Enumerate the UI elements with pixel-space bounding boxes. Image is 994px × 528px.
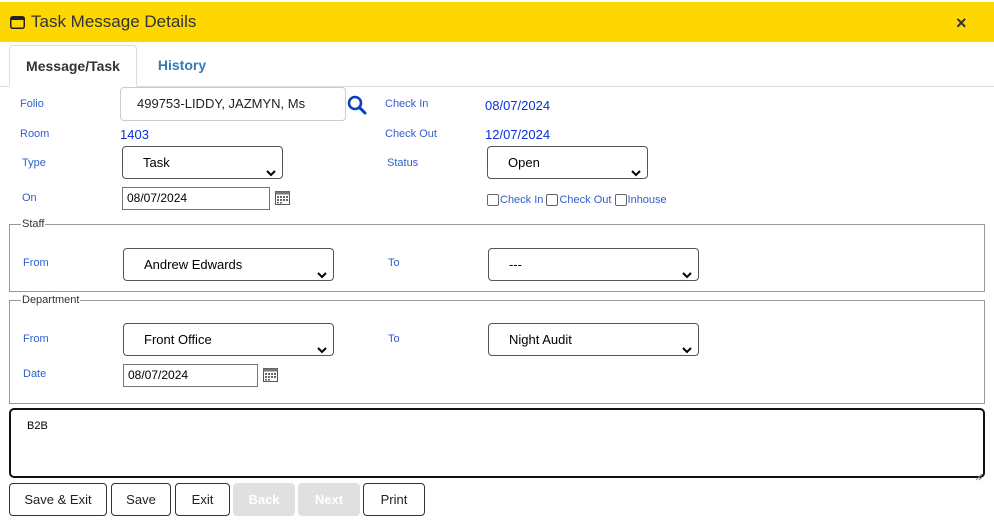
print-button[interactable]: Print — [363, 483, 425, 516]
chevron-down-icon — [317, 334, 327, 365]
search-icon[interactable] — [347, 95, 367, 120]
check-out-label: Check Out — [385, 128, 437, 140]
department-from-select[interactable]: Front Office — [123, 323, 334, 356]
status-select-value: Open — [508, 155, 540, 170]
chevron-down-icon — [631, 157, 641, 188]
folio-input[interactable]: 499753-LIDDY, JAZMYN, Ms — [120, 87, 346, 121]
check-in-label: Check In — [385, 98, 429, 110]
exit-button[interactable]: Exit — [175, 483, 230, 516]
next-button[interactable]: Next — [298, 483, 360, 516]
staff-legend: Staff — [21, 218, 46, 230]
checkbox-box[interactable] — [487, 194, 499, 206]
check-out-checkbox-label[interactable]: Check Out — [559, 194, 611, 206]
department-from-value: Front Office — [144, 332, 212, 347]
checkbox-box[interactable] — [546, 194, 559, 206]
window-icon — [10, 16, 25, 34]
calendar-icon[interactable] — [263, 368, 278, 387]
save-exit-button[interactable]: Save & Exit — [9, 483, 107, 516]
department-to-select[interactable]: Night Audit — [488, 323, 699, 356]
staff-from-label: From — [23, 257, 49, 269]
calendar-icon[interactable] — [275, 191, 290, 210]
department-date-input[interactable]: 08/07/2024 — [123, 364, 258, 387]
check-in-checkbox-label[interactable]: Check In — [500, 194, 543, 206]
on-date-input[interactable]: 08/07/2024 — [122, 187, 270, 210]
resize-grip-icon[interactable] — [975, 468, 983, 486]
type-select[interactable]: Task — [122, 146, 283, 179]
department-from-label: From — [23, 333, 49, 345]
check-in-checkbox[interactable]: Check In — [487, 194, 543, 206]
chevron-down-icon — [266, 157, 276, 188]
message-textarea[interactable]: B2B — [9, 408, 985, 478]
back-button[interactable]: Back — [233, 483, 295, 516]
staff-from-value: Andrew Edwards — [144, 257, 243, 272]
chevron-down-icon — [317, 259, 327, 290]
inhouse-checkbox-label[interactable]: Inhouse — [628, 194, 667, 206]
status-label: Status — [387, 157, 419, 169]
department-to-value: Night Audit — [509, 332, 572, 347]
staff-to-value: --- — [509, 257, 522, 272]
check-out-checkbox[interactable]: Check Out — [546, 194, 611, 206]
save-button[interactable]: Save — [111, 483, 171, 516]
title-bar: Task Message Details × — [0, 2, 994, 42]
department-legend: Department — [21, 294, 81, 306]
staff-from-select[interactable]: Andrew Edwards — [123, 248, 334, 281]
department-date-label: Date — [23, 368, 47, 380]
check-in-value: 08/07/2024 — [485, 98, 551, 113]
inhouse-checkbox[interactable]: Inhouse — [614, 194, 667, 206]
check-out-value: 12/07/2024 — [485, 127, 551, 142]
chevron-down-icon — [682, 259, 692, 290]
type-select-value: Task — [143, 155, 170, 170]
window-title: Task Message Details — [31, 12, 197, 31]
close-icon[interactable]: × — [956, 13, 967, 33]
chevron-down-icon — [682, 334, 692, 365]
tab-history[interactable]: History — [140, 45, 224, 87]
department-to-label: To — [388, 333, 400, 345]
on-label: On — [22, 192, 37, 204]
status-select[interactable]: Open — [487, 146, 648, 179]
folio-label: Folio — [20, 98, 44, 110]
staff-to-select[interactable]: --- — [488, 248, 699, 281]
staff-to-label: To — [388, 257, 400, 269]
checkbox-group: Check In Check Out Inhouse — [487, 194, 667, 209]
room-value: 1403 — [120, 127, 149, 142]
checkbox-box[interactable] — [614, 194, 627, 206]
type-label: Type — [22, 157, 46, 169]
room-label: Room — [20, 128, 50, 140]
tab-message-task[interactable]: Message/Task — [9, 45, 137, 87]
